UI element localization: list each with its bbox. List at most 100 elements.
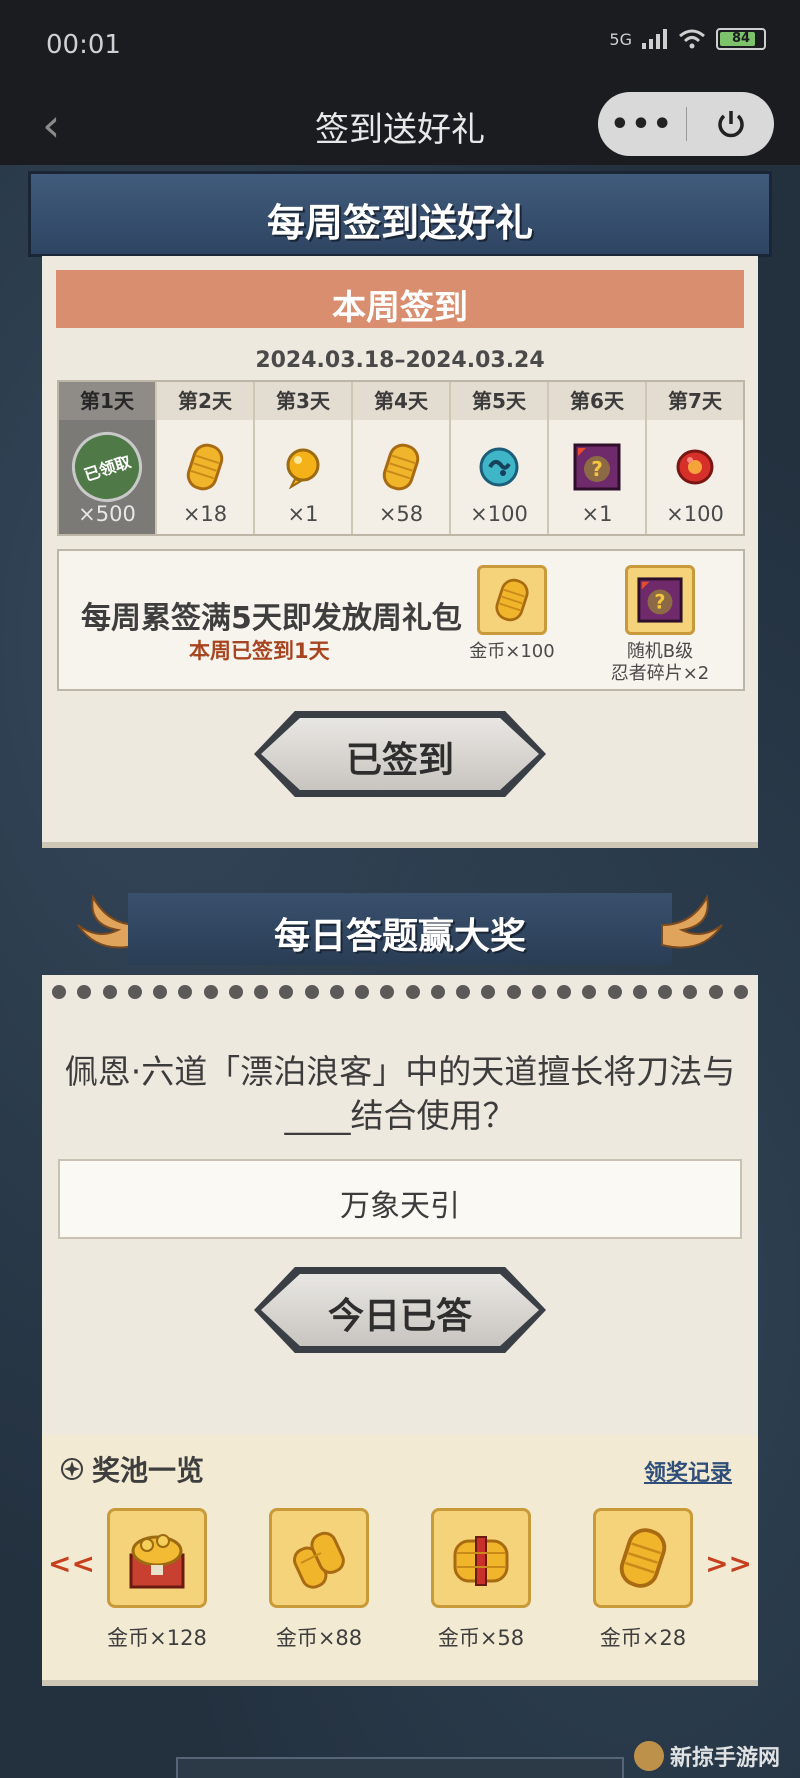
notebook-hole <box>279 985 294 999</box>
answered-today-button[interactable]: 今日已答 <box>254 1267 546 1353</box>
notebook-hole <box>531 985 546 999</box>
notebook-hole <box>733 985 748 999</box>
notebook-hole <box>506 985 521 999</box>
coin-stack-icon <box>269 1508 369 1608</box>
day-cell-5[interactable]: 第5天 ×100 <box>451 382 549 534</box>
notebook-hole <box>102 985 117 999</box>
mystery-ninja-fragment-icon: ? <box>570 440 624 494</box>
power-icon <box>717 111 744 138</box>
signed-in-button[interactable]: 已签到 <box>254 711 546 797</box>
notebook-hole <box>708 985 723 999</box>
gold-coin-icon <box>178 440 232 494</box>
svg-text:?: ? <box>591 457 603 481</box>
next-section-peek <box>176 1757 624 1778</box>
day-cell-3[interactable]: 第3天 ×1 <box>255 382 353 534</box>
notebook-hole <box>304 985 319 999</box>
wifi-icon <box>679 29 705 49</box>
quiz-card: 佩恩·六道「漂泊浪客」中的天道擅长将刀法与____结合使用？ 万象天引 今日已答… <box>42 975 758 1680</box>
day-cell-7[interactable]: 第7天 ×100 <box>647 382 743 534</box>
day-qty: ×100 <box>470 502 528 526</box>
notebook-hole <box>52 985 66 999</box>
notebook-hole <box>607 985 622 999</box>
gold-coin-icon <box>593 1508 693 1608</box>
scroll-left-arrow-icon[interactable]: << <box>48 1547 95 1580</box>
watermark: 新掠手游网 <box>633 1740 780 1772</box>
notebook-hole <box>481 985 496 999</box>
notebook-hole <box>405 985 420 999</box>
mini-program-capsule: ••• <box>598 92 774 156</box>
day-qty: ×1 <box>581 502 613 526</box>
scroll-right-arrow-icon[interactable]: >> <box>705 1547 752 1580</box>
bonus-reward-fragment[interactable]: ? 随机B级 忍者碎片×2 <box>595 565 725 685</box>
notebook-hole <box>557 985 571 999</box>
claimed-stamp: 已领取 <box>62 422 152 512</box>
day-cell-2[interactable]: 第2天 ×18 <box>157 382 255 534</box>
notebook-hole <box>178 985 193 999</box>
signin-header-title: 本周签到 <box>332 288 468 328</box>
day-label: 第4天 <box>353 382 449 420</box>
bonus-description: 每周累签满5天即发放周礼包 <box>81 601 462 636</box>
prize-label: 金币×128 <box>107 1626 207 1650</box>
day-label: 第1天 <box>59 382 155 420</box>
day-label: 第3天 <box>255 382 351 420</box>
prize-label: 金币×58 <box>437 1626 525 1650</box>
status-bar: 00:01 5G 84 <box>0 0 800 90</box>
signal-icon <box>642 29 667 49</box>
prize-item[interactable]: 金币×88 <box>264 1508 374 1652</box>
day-cell-1[interactable]: 第1天 已领取 ×500 <box>59 382 157 534</box>
prize-item[interactable]: 金币×28 <box>588 1508 698 1652</box>
gold-coin-icon <box>374 440 428 494</box>
weekly-banner-title: 每周签到送好礼 <box>266 201 533 245</box>
prize-item[interactable]: 金币×128 <box>102 1508 212 1652</box>
quiz-answer-option[interactable]: 万象天引 <box>58 1159 742 1239</box>
gold-coin-icon <box>477 565 547 635</box>
notebook-hole <box>683 985 698 999</box>
notebook-hole <box>632 985 647 999</box>
notebook-hole <box>582 985 597 999</box>
close-button[interactable] <box>687 107 774 141</box>
quiz-question: 佩恩·六道「漂泊浪客」中的天道擅长将刀法与____结合使用？ <box>64 1052 736 1135</box>
bonus-reward-label: 金币×100 <box>469 641 555 662</box>
day-label: 第7天 <box>647 382 743 420</box>
nav-bar: ‹ 签到送好礼 ••• <box>0 90 800 165</box>
bonus-reward-coin[interactable]: 金币×100 <box>447 565 577 663</box>
network-label: 5G <box>609 29 632 49</box>
notebook-hole <box>77 985 92 999</box>
prize-pool-title-text: 奖池一览 <box>92 1454 205 1487</box>
signin-header: 本周签到 <box>56 270 744 328</box>
signed-in-button-label: 已签到 <box>345 740 454 781</box>
coin-bundle-icon <box>431 1508 531 1608</box>
blue-orb-icon <box>472 440 526 494</box>
mystery-ninja-fragment-icon: ? <box>625 565 695 635</box>
notebook-hole <box>658 985 672 999</box>
weekly-banner: 每周签到送好礼 <box>28 171 772 257</box>
day-cell-4[interactable]: 第4天 ×58 <box>353 382 451 534</box>
status-icons: 5G 84 <box>609 28 766 50</box>
more-button[interactable]: ••• <box>598 107 686 142</box>
reward-record-link[interactable]: 领奖记录 <box>644 1455 732 1487</box>
red-gem-icon <box>668 440 722 494</box>
prize-label: 金币×88 <box>275 1626 363 1650</box>
quiz-banner-title: 每日答题赢大奖 <box>273 916 526 957</box>
notebook-holes <box>52 985 748 1001</box>
prize-item[interactable]: 金币×58 <box>426 1508 536 1652</box>
notebook-hole <box>456 985 470 999</box>
day-qty: ×1 <box>287 502 319 526</box>
days-grid: 第1天 已领取 ×500 第2天 ×18 第3天 ×1 第4天 ×58 第5天 … <box>57 380 745 536</box>
day-label: 第5天 <box>451 382 547 420</box>
prize-pool-section: 奖池一览 领奖记录 << 金币×128 金币×88 金币×58 金币×28 >> <box>42 1435 758 1680</box>
prize-pool-title: 奖池一览 <box>60 1449 204 1489</box>
quiz-banner: 每日答题赢大奖 <box>128 893 672 965</box>
watermark-logo-icon <box>633 1741 664 1771</box>
svg-text:?: ? <box>654 591 665 614</box>
notebook-hole <box>153 985 167 999</box>
day-cell-6[interactable]: 第6天 ? ×1 <box>549 382 647 534</box>
signin-card: 本周签到 2024.03.18–2024.03.24 第1天 已领取 ×500 … <box>42 256 758 842</box>
notebook-hole <box>355 985 369 999</box>
coin-chest-icon <box>107 1508 207 1608</box>
notebook-hole <box>228 985 243 999</box>
flame-ornament-right-icon <box>661 893 723 949</box>
notebook-hole <box>127 985 142 999</box>
shuriken-icon <box>61 1458 83 1480</box>
prize-pool-list: 金币×128 金币×88 金币×58 金币×28 <box>102 1508 698 1658</box>
